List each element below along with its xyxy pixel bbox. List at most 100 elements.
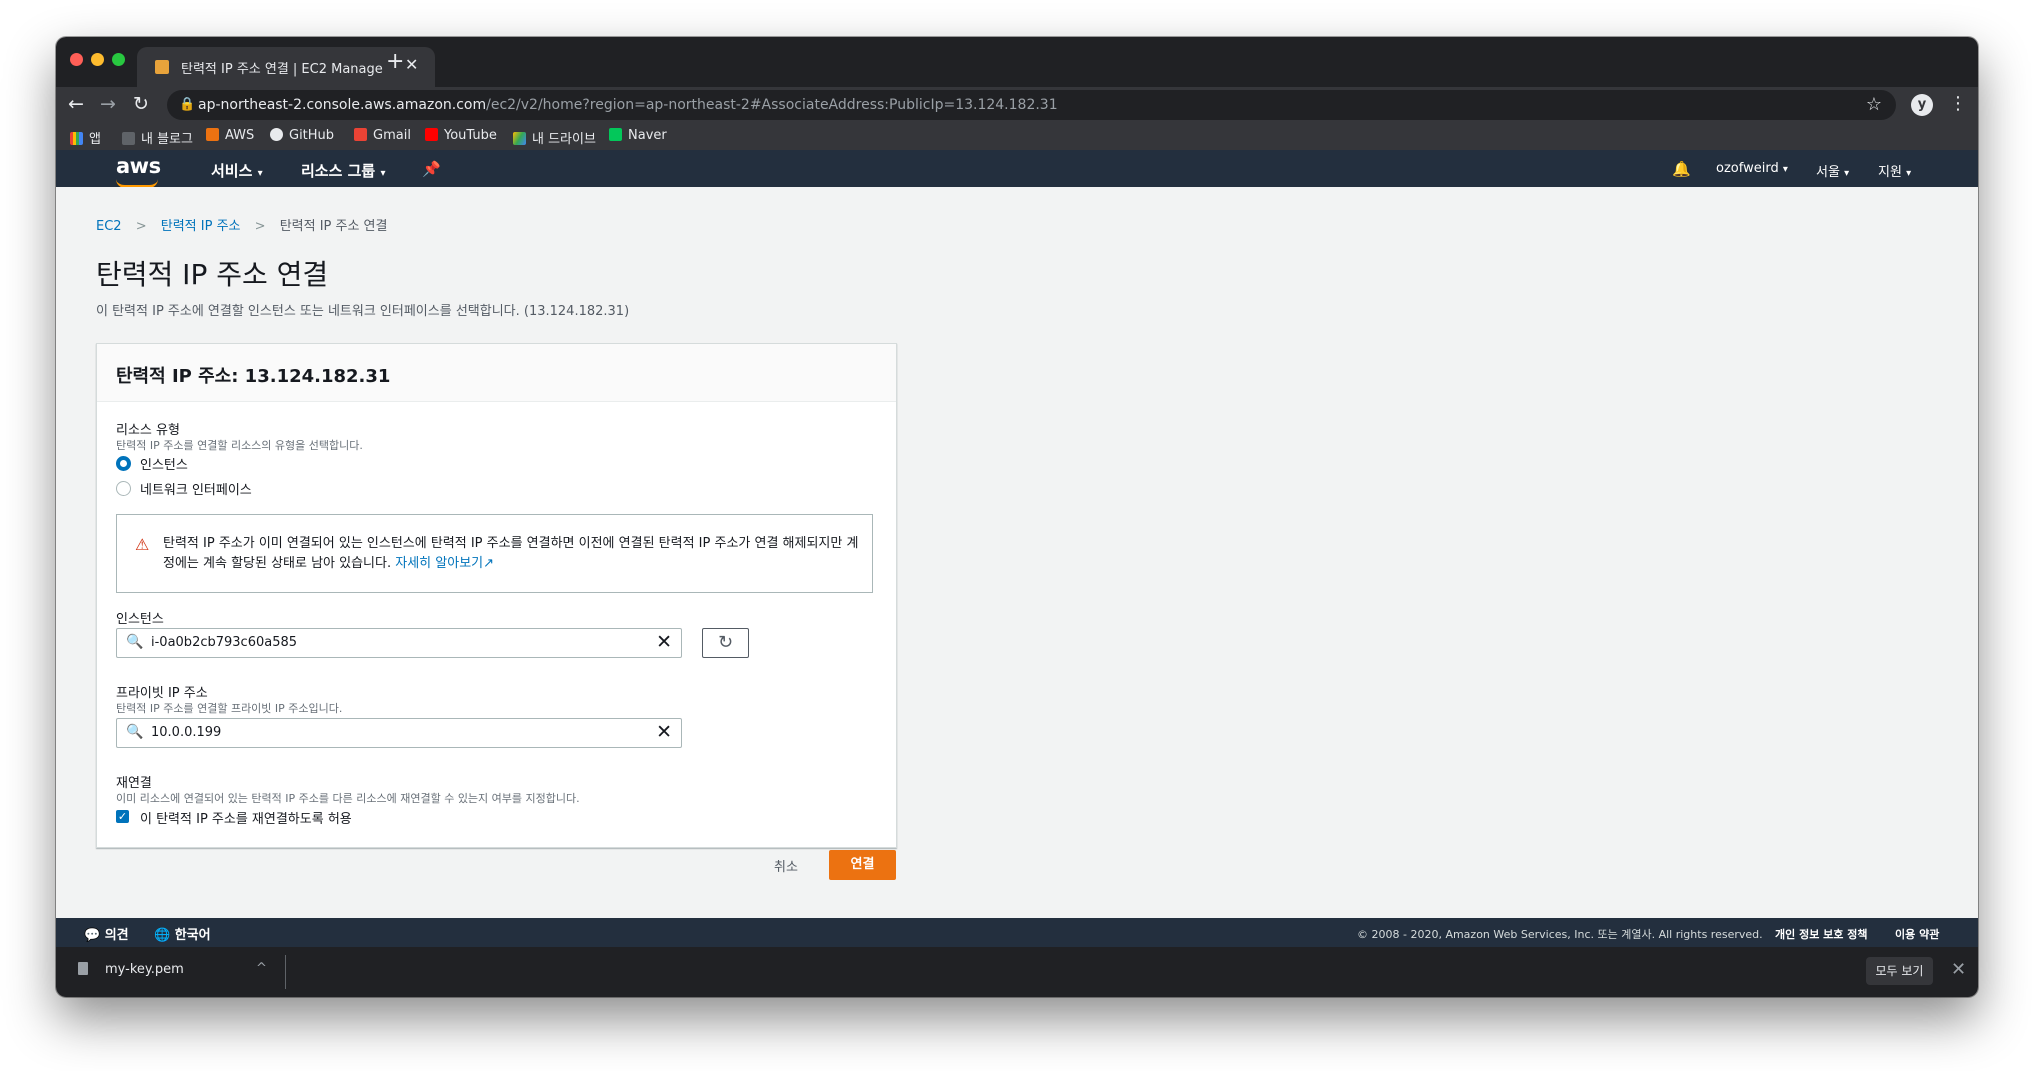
maximize-window-button[interactable] — [112, 53, 125, 66]
pin-icon[interactable]: 📌 — [422, 160, 441, 178]
bookmark-drive[interactable]: 내 드라이브 — [513, 128, 596, 147]
page-description: 이 탄력적 IP 주소에 연결할 인스턴스 또는 네트워크 인터페이스를 선택합… — [96, 304, 630, 319]
new-tab-icon[interactable]: + — [386, 49, 404, 74]
language-selector[interactable]: 🌐 한국어 — [154, 924, 211, 943]
chevron-down-icon: ▾ — [1782, 164, 1788, 175]
more-menu-icon[interactable]: ⋮ — [1949, 93, 1967, 114]
feedback-link[interactable]: 💬 의견 — [84, 924, 129, 943]
warning-icon: ⚠ — [135, 535, 150, 554]
radio-network-interface[interactable] — [116, 481, 131, 496]
drive-icon — [513, 132, 526, 145]
tab-bar: 탄력적 IP 주소 연결 | EC2 Manage ✕ + — [56, 37, 1978, 87]
bookmark-naver[interactable]: Naver — [609, 128, 667, 143]
breadcrumb-elastic-ips[interactable]: 탄력적 IP 주소 — [161, 219, 241, 234]
download-item[interactable]: my-key.pem — [105, 962, 184, 977]
show-all-button[interactable]: 모두 보기 — [1866, 957, 1933, 985]
privacy-policy-link[interactable]: 개인 정보 보호 정책 — [1775, 926, 1867, 942]
bookmark-gmail[interactable]: Gmail — [354, 128, 411, 143]
aws-logo[interactable]: aws — [116, 154, 161, 178]
bookmark-youtube[interactable]: YouTube — [425, 128, 497, 143]
aws-icon — [206, 128, 219, 141]
chevron-down-icon: ▾ — [1906, 168, 1912, 179]
file-icon — [78, 962, 88, 975]
star-icon[interactable]: ☆ — [1866, 94, 1882, 115]
chevron-up-icon[interactable]: ^ — [256, 961, 267, 976]
bookmark-apps[interactable]: 앱 — [70, 128, 101, 147]
main-content: EC2 > 탄력적 IP 주소 > 탄력적 IP 주소 연결 탄력적 IP 주소… — [56, 187, 1978, 918]
globe-icon: 🌐 — [154, 928, 171, 943]
private-ip-hint: 탄력적 IP 주소를 연결할 프라이빗 IP 주소입니다. — [116, 702, 343, 715]
chevron-down-icon: ▾ — [380, 168, 386, 179]
reassociation-checkbox[interactable]: ✓ — [116, 810, 129, 823]
url-text: ap-northeast-2.console.aws.amazon.com/ec… — [198, 97, 1058, 113]
reassociation-checkbox-label[interactable]: 이 탄력적 IP 주소를 재연결하도록 허용 — [140, 808, 352, 827]
chevron-right-icon: > — [254, 219, 266, 234]
chevron-right-icon: > — [135, 219, 147, 234]
radio-instance-label[interactable]: 인스턴스 — [140, 454, 188, 473]
warning-alert: ⚠ 탄력적 IP 주소가 이미 연결되어 있는 인스턴스에 탄력적 IP 주소를… — [116, 514, 873, 593]
account-menu[interactable]: ozofweird ▾ — [1716, 161, 1788, 176]
minimize-window-button[interactable] — [91, 53, 104, 66]
close-icon[interactable]: ✕ — [1951, 959, 1966, 980]
address-bar[interactable]: 🔒 ap-northeast-2.console.aws.amazon.com/… — [167, 90, 1896, 120]
extension-icon[interactable]: y — [1911, 94, 1933, 116]
speech-bubble-icon: 💬 — [84, 928, 101, 943]
bookmark-github[interactable]: GitHub — [270, 128, 334, 143]
copyright-text: © 2008 - 2020, Amazon Web Services, Inc.… — [1357, 928, 1763, 941]
resource-groups-menu[interactable]: 리소스 그룹 ▾ — [301, 160, 386, 181]
reassociation-hint: 이미 리소스에 연결되어 있는 탄력적 IP 주소를 다른 리소스에 재연결할 … — [116, 792, 580, 805]
back-icon[interactable]: ← — [68, 93, 84, 115]
terms-link[interactable]: 이용 약관 — [1895, 926, 1939, 942]
panel-title: 탄력적 IP 주소: 13.124.182.31 — [116, 366, 391, 387]
resource-type-label: 리소스 유형 — [116, 423, 180, 438]
breadcrumb-current: 탄력적 IP 주소 연결 — [279, 219, 388, 234]
close-window-button[interactable] — [70, 53, 83, 66]
resource-type-hint: 탄력적 IP 주소를 연결할 리소스의 유형을 선택합니다. — [116, 439, 363, 452]
instance-value: i-0a0b2cb793c60a585 — [151, 635, 298, 650]
support-menu[interactable]: 지원 ▾ — [1878, 161, 1911, 180]
clear-icon[interactable]: ✕ — [656, 631, 672, 653]
radio-network-interface-label[interactable]: 네트워크 인터페이스 — [140, 479, 252, 498]
gmail-icon — [354, 128, 367, 141]
youtube-icon — [425, 128, 438, 141]
associate-button[interactable]: 연결 — [829, 850, 896, 880]
lock-icon: 🔒 — [179, 97, 196, 112]
instance-label: 인스턴스 — [116, 612, 164, 627]
reassociation-label: 재연결 — [116, 776, 152, 791]
breadcrumb: EC2 > 탄력적 IP 주소 > 탄력적 IP 주소 연결 — [96, 215, 387, 234]
ec2-favicon-icon — [155, 60, 169, 74]
bell-icon[interactable]: 🔔 — [1672, 160, 1691, 178]
aws-footer: 💬 의견 🌐 한국어 © 2008 - 2020, Amazon Web Ser… — [56, 918, 1978, 947]
apps-grid-icon — [70, 132, 83, 145]
bookmark-blog[interactable]: 내 블로그 — [122, 128, 193, 147]
forward-icon[interactable]: → — [100, 93, 116, 115]
bookmarks-bar: 앱 내 블로그 AWS GitHub Gmail YouTube 내 드라이브 … — [56, 123, 1978, 150]
chevron-down-icon: ▾ — [257, 168, 263, 179]
page-title: 탄력적 IP 주소 연결 — [96, 258, 329, 291]
bookmark-aws[interactable]: AWS — [206, 128, 254, 143]
chevron-down-icon: ▾ — [1844, 168, 1850, 179]
github-icon — [270, 128, 283, 141]
refresh-button[interactable]: ↻ — [702, 628, 749, 658]
learn-more-link[interactable]: 자세히 알아보기↗ — [395, 556, 494, 571]
radio-instance[interactable] — [116, 456, 131, 471]
blog-icon — [122, 132, 135, 145]
services-menu[interactable]: 서비스 ▾ — [211, 160, 263, 181]
tab-title: 탄력적 IP 주소 연결 | EC2 Manage — [181, 62, 383, 77]
refresh-icon: ↻ — [717, 632, 734, 653]
associate-panel: 탄력적 IP 주소: 13.124.182.31 리소스 유형 탄력적 IP 주… — [96, 343, 897, 848]
instance-input[interactable]: 🔍 i-0a0b2cb793c60a585 ✕ — [116, 628, 682, 658]
cancel-button[interactable]: 취소 — [774, 856, 798, 875]
external-link-icon: ↗ — [483, 556, 495, 571]
region-menu[interactable]: 서울 ▾ — [1816, 161, 1849, 180]
reload-icon[interactable]: ↻ — [133, 93, 149, 115]
breadcrumb-ec2[interactable]: EC2 — [96, 219, 122, 234]
aws-top-nav: aws 서비스 ▾ 리소스 그룹 ▾ 📌 🔔 ozofweird ▾ 서울 ▾ … — [56, 150, 1978, 188]
clear-icon[interactable]: ✕ — [656, 721, 672, 743]
alert-message: 탄력적 IP 주소가 이미 연결되어 있는 인스턴스에 탄력적 IP 주소를 연… — [163, 536, 859, 571]
private-ip-input[interactable]: 🔍 10.0.0.199 ✕ — [116, 718, 682, 748]
close-icon[interactable]: ✕ — [405, 55, 418, 74]
panel-header: 탄력적 IP 주소: 13.124.182.31 — [97, 344, 896, 402]
private-ip-label: 프라이빗 IP 주소 — [116, 686, 208, 701]
browser-window: 탄력적 IP 주소 연결 | EC2 Manage ✕ + ← → ↻ 🔒 ap… — [56, 37, 1978, 997]
